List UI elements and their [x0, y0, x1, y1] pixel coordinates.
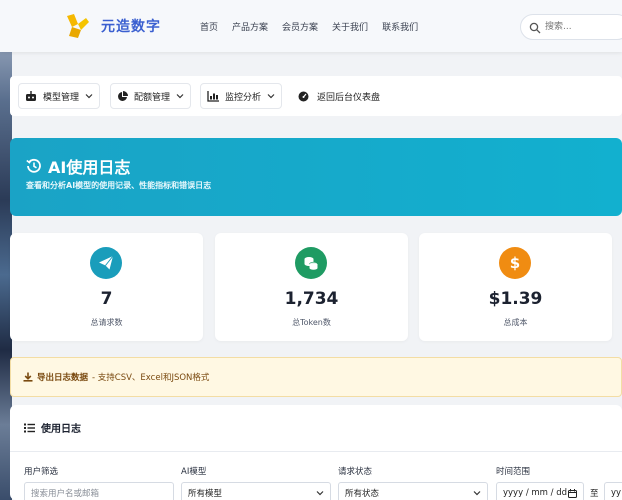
nav-link-contact[interactable]: 联系我们 — [382, 20, 418, 33]
nav-link-membership[interactable]: 会员方案 — [282, 20, 318, 33]
date-end-input[interactable]: yy — [604, 482, 622, 500]
page-title-text: AI使用日志 — [48, 158, 131, 177]
monitor-analysis-label: 监控分析 — [225, 92, 262, 103]
date-start-placeholder: yyyy / mm / dd — [503, 488, 568, 498]
stat-label: 总请求数 — [90, 318, 123, 327]
model-management-dropdown[interactable]: 模型管理 — [18, 83, 101, 109]
model-management-label: 模型管理 — [43, 92, 80, 103]
dollar-icon: $ — [509, 254, 521, 272]
stat-label: 总成本 — [503, 318, 528, 327]
back-to-dashboard-link[interactable]: 返回后台仪表盘 — [298, 83, 380, 109]
stat-card-cost: $ $1.39 总成本 — [419, 233, 612, 341]
stat-value: $1.39 — [488, 289, 543, 309]
user-filter-placeholder: 搜索用户名或邮箱 — [31, 489, 100, 499]
page-subtitle: 查看和分析AI模型的使用记录、性能指标和错误日志 — [26, 181, 212, 190]
chevron-down-icon — [267, 94, 275, 99]
export-alert-title: 导出日志数据 — [37, 373, 89, 383]
pie-chart-icon — [118, 90, 128, 101]
coins-icon — [304, 257, 318, 270]
calendar-icon[interactable] — [568, 488, 577, 498]
model-filter-label: AI模型 — [181, 467, 207, 477]
quota-management-dropdown[interactable]: 配额管理 — [110, 83, 192, 109]
brand-logo-icon[interactable] — [64, 12, 90, 40]
chevron-down-icon — [473, 491, 481, 496]
user-filter-input[interactable]: 搜索用户名或邮箱 — [24, 482, 174, 500]
brand-name[interactable]: 元造数字 — [101, 16, 161, 36]
stat-card-requests: 7 总请求数 — [10, 233, 203, 341]
usage-logs-title: 使用日志 — [24, 420, 81, 435]
stat-card-tokens: 1,734 总Token数 — [215, 233, 408, 341]
usage-logs-title-text: 使用日志 — [41, 424, 81, 435]
list-icon — [24, 423, 35, 432]
paper-plane-icon — [99, 255, 114, 270]
stat-value: 7 — [100, 289, 113, 309]
robot-icon — [26, 90, 36, 101]
admin-toolbar: 模型管理 配额管理 监控分析 返回后台仪表盘 — [10, 76, 622, 116]
model-filter-select[interactable]: 所有模型 — [181, 482, 331, 500]
nav-link-about[interactable]: 关于我们 — [332, 20, 368, 33]
search-input[interactable] — [545, 19, 622, 35]
history-icon — [26, 158, 41, 173]
chevron-down-icon — [176, 94, 184, 99]
status-filter-select[interactable]: 所有状态 — [338, 482, 488, 500]
stat-value: 1,734 — [284, 289, 339, 309]
export-alert-text: - 支持CSV、Excel和JSON格式 — [92, 373, 210, 383]
date-range-separator: 至 — [590, 489, 599, 499]
chevron-down-icon — [316, 491, 324, 496]
quota-management-label: 配额管理 — [134, 92, 171, 103]
download-icon — [23, 372, 33, 382]
status-filter-value: 所有状态 — [345, 489, 380, 499]
divider — [10, 451, 622, 452]
model-filter-value: 所有模型 — [188, 489, 223, 499]
nav-links: 首页 产品方案 会员方案 关于我们 联系我们 — [200, 20, 418, 33]
page-header-banner: AI使用日志 查看和分析AI模型的使用记录、性能指标和错误日志 — [10, 138, 622, 216]
user-filter-label: 用户筛选 — [24, 467, 59, 477]
gauge-icon — [298, 91, 309, 101]
chevron-down-icon — [85, 94, 93, 99]
stat-icon-circle — [295, 247, 327, 279]
bar-chart-icon — [207, 90, 219, 102]
date-start-input[interactable]: yyyy / mm / dd — [496, 482, 584, 500]
date-end-placeholder: yy — [611, 488, 622, 498]
stat-icon-circle: $ — [499, 247, 531, 279]
usage-logs-panel: 使用日志 用户筛选 搜索用户名或邮箱 AI模型 所有模型 请求状态 所有状态 时… — [10, 405, 622, 500]
monitor-analysis-dropdown[interactable]: 监控分析 — [200, 83, 283, 109]
back-to-dashboard-label: 返回后台仪表盘 — [317, 92, 381, 103]
page-title: AI使用日志 — [26, 154, 130, 178]
nav-link-products[interactable]: 产品方案 — [232, 20, 268, 33]
top-navbar: 元造数字 首页 产品方案 会员方案 关于我们 联系我们 — [0, 0, 622, 52]
search-box[interactable] — [520, 14, 622, 40]
status-filter-label: 请求状态 — [338, 467, 373, 477]
nav-link-home[interactable]: 首页 — [200, 20, 218, 33]
export-alert[interactable]: 导出日志数据 - 支持CSV、Excel和JSON格式 — [10, 357, 622, 397]
time-range-label: 时间范围 — [496, 467, 531, 477]
stat-label: 总Token数 — [292, 318, 331, 327]
stat-icon-circle — [90, 247, 122, 279]
search-icon — [529, 22, 541, 34]
